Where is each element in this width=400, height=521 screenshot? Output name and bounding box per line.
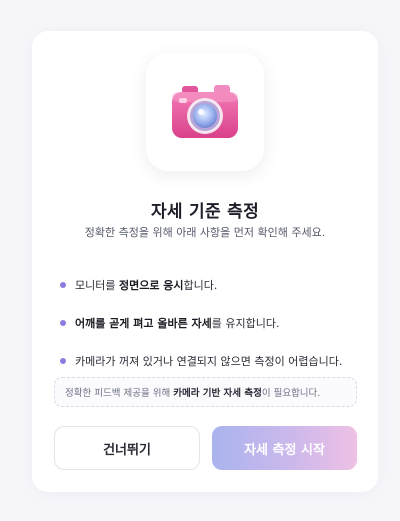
tips-list: 모니터를 정면으로 응시합니다. 어깨를 곧게 펴고 올바른 자세를 유지합니다… — [60, 266, 358, 380]
dialog-subtitle: 정확한 측정을 위해 아래 사항을 먼저 확인해 주세요. — [84, 226, 326, 239]
posture-calibration-card: 자세 기준 측정 정확한 측정을 위해 아래 사항을 먼저 확인해 주세요. 모… — [32, 31, 378, 492]
bullet-dot — [60, 320, 66, 326]
tip-text: 어깨를 곧게 펴고 올바른 자세를 유지합니다. — [75, 317, 280, 330]
camera-icon — [172, 85, 238, 138]
start-measurement-button[interactable]: 자세 측정 시작 — [212, 426, 357, 470]
camera-requirement-notice: 정확한 피드백 제공을 위해 카메라 기반 자세 측정이 필요합니다. — [54, 377, 357, 407]
tip-item-camera: 카메라가 꺼져 있거나 연결되지 않으면 측정이 어렵습니다. — [60, 342, 358, 380]
tip-item-posture: 어깨를 곧게 펴고 올바른 자세를 유지합니다. — [60, 304, 358, 342]
dialog-title: 자세 기준 측정 — [150, 202, 260, 222]
notice-text: 정확한 피드백 제공을 위해 카메라 기반 자세 측정이 필요합니다. — [65, 388, 321, 399]
tip-text: 카메라가 꺼져 있거나 연결되지 않으면 측정이 어렵습니다. — [75, 355, 343, 368]
tip-text: 모니터를 정면으로 응시합니다. — [75, 279, 218, 292]
bullet-dot — [60, 282, 66, 288]
skip-button[interactable]: 건너뛰기 — [54, 426, 200, 470]
tip-item-gaze: 모니터를 정면으로 응시합니다. — [60, 266, 358, 304]
camera-icon-tile — [146, 53, 264, 171]
bullet-dot — [60, 358, 66, 364]
